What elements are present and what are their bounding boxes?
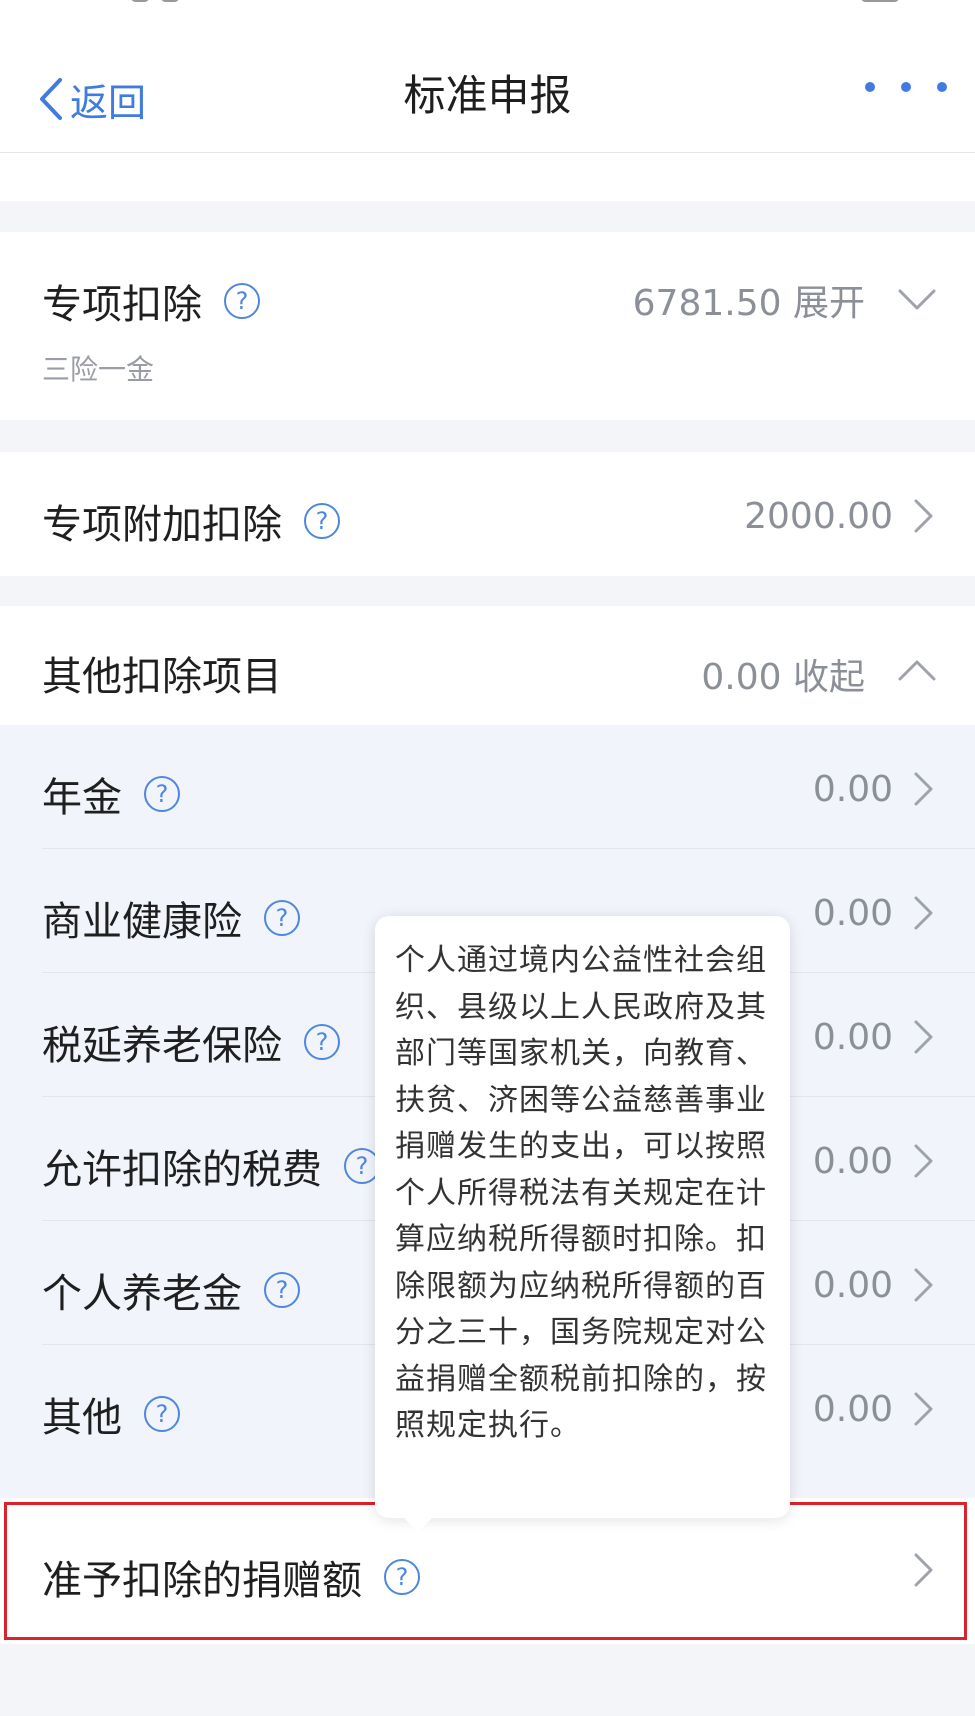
highlight-box (4, 1502, 967, 1640)
item-value: 0.00 (812, 1389, 893, 1430)
chevron-right-icon (914, 1268, 933, 1302)
chevron-up-icon[interactable] (897, 658, 937, 682)
special-additional-value: 2000.00 (744, 496, 893, 537)
item-label-group: 允许扣除的税费 ? (42, 1137, 380, 1195)
special-deduction-label-group: 专项扣除 ? (42, 272, 260, 330)
partial-row-scrolled (0, 153, 975, 201)
item-value: 0.00 (812, 1265, 893, 1306)
help-tooltip: 个人通过境内公益性社会组织、县级以上人民政府及其部门等国家机关，向教育、扶贫、济… (375, 916, 790, 1518)
page-title: 标准申报 (403, 71, 572, 120)
tooltip-text: 个人通过境内公益性社会组织、县级以上人民政府及其部门等国家机关，向教育、扶贫、济… (395, 943, 767, 1443)
special-deduction-label: 专项扣除 (42, 282, 202, 328)
chevron-right-icon (914, 499, 933, 533)
status-indicator (130, 0, 150, 2)
item-label: 个人养老金 (42, 1271, 242, 1317)
special-deduction-value: 6781.50 展开 (632, 283, 865, 324)
item-value: 0.00 (812, 769, 893, 810)
item-label: 年金 (42, 775, 122, 821)
help-icon[interactable]: ? (264, 900, 300, 936)
item-label: 其他 (42, 1395, 122, 1441)
item-value: 0.00 (812, 893, 893, 934)
special-additional-label-group: 专项附加扣除 ? (42, 492, 340, 550)
help-icon[interactable]: ? (264, 1272, 300, 1308)
special-additional-row[interactable]: 专项附加扣除 ? 2000.00 (0, 452, 975, 576)
special-deduction-card[interactable]: 专项扣除 ? 三险一金 6781.50 展开 (0, 232, 975, 420)
chevron-right-icon (914, 1144, 933, 1178)
list-item-annuity[interactable]: 年金 ? 0.00 (0, 725, 975, 849)
chevron-right-icon (914, 896, 933, 930)
other-deductions-label: 其他扣除项目 (42, 654, 282, 700)
item-value: 0.00 (812, 1141, 893, 1182)
item-label-group: 个人养老金 ? (42, 1261, 300, 1319)
other-deductions-header[interactable]: 其他扣除项目 0.00 收起 (0, 606, 975, 726)
help-icon[interactable]: ? (144, 776, 180, 812)
item-label: 税延养老保险 (42, 1023, 282, 1069)
help-icon[interactable]: ? (144, 1396, 180, 1432)
item-label-group: 年金 ? (42, 765, 180, 823)
chevron-down-icon[interactable] (897, 288, 937, 312)
other-deductions-value: 0.00 收起 (701, 657, 865, 698)
special-deduction-sub-label: 三险一金 (42, 353, 155, 386)
help-icon[interactable]: ? (224, 283, 260, 319)
navigation-bar: 返回 标准申报 (0, 46, 975, 153)
chevron-right-icon (914, 1020, 933, 1054)
chevron-right-icon (914, 772, 933, 806)
status-indicator (160, 0, 180, 2)
more-dots-icon[interactable] (865, 82, 947, 92)
item-label-group: 税延养老保险 ? (42, 1013, 340, 1071)
item-label-group: 商业健康险 ? (42, 889, 300, 947)
item-label-group: 其他 ? (42, 1385, 180, 1443)
battery-icon (860, 0, 900, 2)
status-bar (0, 0, 975, 46)
item-label: 允许扣除的税费 (42, 1147, 322, 1193)
chevron-right-icon (914, 1392, 933, 1426)
item-label: 商业健康险 (42, 899, 242, 945)
special-additional-label: 专项附加扣除 (42, 502, 282, 548)
help-icon[interactable]: ? (304, 1024, 340, 1060)
item-value: 0.00 (812, 1017, 893, 1058)
help-icon[interactable]: ? (304, 503, 340, 539)
tooltip-arrow (402, 1516, 434, 1532)
